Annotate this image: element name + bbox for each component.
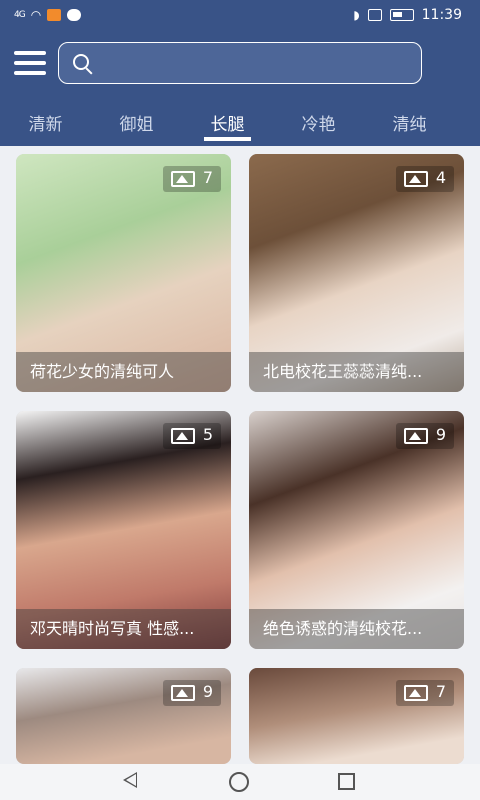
album-card[interactable]: 5 邓天晴时尚写真 性感... xyxy=(16,411,231,649)
gallery-icon xyxy=(404,428,428,444)
photo-count-badge: 7 xyxy=(163,166,221,192)
search-input[interactable] xyxy=(101,51,401,75)
status-bar: 4G ◠ ◗ 11:39 xyxy=(0,0,480,32)
photo-count-badge: 7 xyxy=(396,680,454,706)
photo-count-badge: 5 xyxy=(163,423,221,449)
gallery-icon xyxy=(404,171,428,187)
gallery-icon xyxy=(404,685,428,701)
battery-icon xyxy=(389,9,414,21)
home-icon[interactable] xyxy=(229,772,249,792)
gallery-icon xyxy=(171,685,195,701)
tab-yujie[interactable]: 御姐 xyxy=(91,104,182,146)
photo-count-badge: 9 xyxy=(396,423,454,449)
search-box[interactable] xyxy=(58,42,422,84)
album-title: 北电校花王蕊蕊清纯... xyxy=(249,352,464,392)
headset-icon: ◗ xyxy=(353,8,360,22)
tab-qingxin[interactable]: 清新 xyxy=(0,104,91,146)
clock: 11:39 xyxy=(421,7,462,23)
menu-button[interactable] xyxy=(14,51,46,75)
category-tabs: 清新 御姐 长腿 冷艳 清纯 xyxy=(0,104,480,146)
search-icon xyxy=(73,54,89,70)
photo-count-badge: 4 xyxy=(396,166,454,192)
back-icon[interactable] xyxy=(123,772,137,788)
tab-lengyan[interactable]: 冷艳 xyxy=(273,104,364,146)
notification-app-icon xyxy=(47,9,62,21)
album-title: 绝色诱惑的清纯校花... xyxy=(249,609,464,649)
gallery-icon xyxy=(171,428,195,444)
album-card[interactable]: 9 绝色诱惑的清纯校花... xyxy=(249,411,464,649)
album-card[interactable]: 7 xyxy=(249,668,464,764)
photo-count-badge: 9 xyxy=(163,680,221,706)
app-bar: 清新 御姐 长腿 冷艳 清纯 xyxy=(0,32,480,146)
album-card[interactable]: 9 xyxy=(16,668,231,764)
album-title: 荷花少女的清纯可人 xyxy=(16,352,231,392)
recent-apps-icon[interactable] xyxy=(338,773,355,790)
gallery-icon xyxy=(171,171,195,187)
menu-icon xyxy=(14,51,46,55)
tab-qingchun[interactable]: 清纯 xyxy=(364,104,455,146)
album-card[interactable]: 4 北电校花王蕊蕊清纯... xyxy=(249,154,464,392)
album-title: 邓天晴时尚写真 性感... xyxy=(16,609,231,649)
system-nav-bar xyxy=(0,764,480,800)
vibrate-icon xyxy=(367,9,382,21)
signal-icon: 4G xyxy=(14,10,26,20)
wifi-icon: ◠ xyxy=(30,8,42,22)
wechat-icon xyxy=(67,9,82,21)
album-card[interactable]: 7 荷花少女的清纯可人 xyxy=(16,154,231,392)
tab-changtui[interactable]: 长腿 xyxy=(182,104,273,146)
